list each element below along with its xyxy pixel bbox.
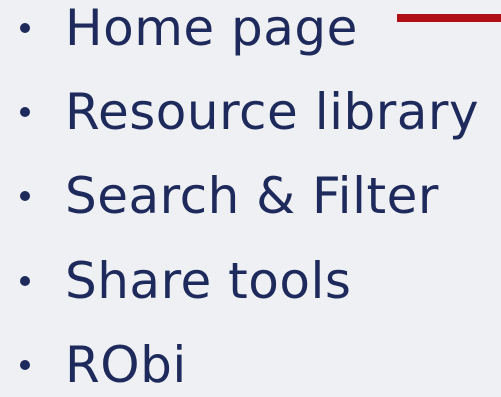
list-item-label: Share tools: [65, 252, 352, 310]
list-item-label: Search & Filter: [65, 167, 439, 225]
list-item-label: RObi: [65, 336, 187, 394]
bullet-icon: [20, 23, 30, 33]
list-item-label: Resource library: [65, 83, 480, 141]
bullet-icon: [20, 276, 30, 286]
bullet-list: Home page Resource library Search & Filt…: [0, 0, 501, 394]
list-item-label: Home page: [65, 0, 358, 57]
pointer-arrow-icon: [397, 14, 501, 22]
bullet-icon: [20, 360, 30, 370]
bullet-icon: [20, 107, 30, 117]
bullet-icon: [20, 191, 30, 201]
